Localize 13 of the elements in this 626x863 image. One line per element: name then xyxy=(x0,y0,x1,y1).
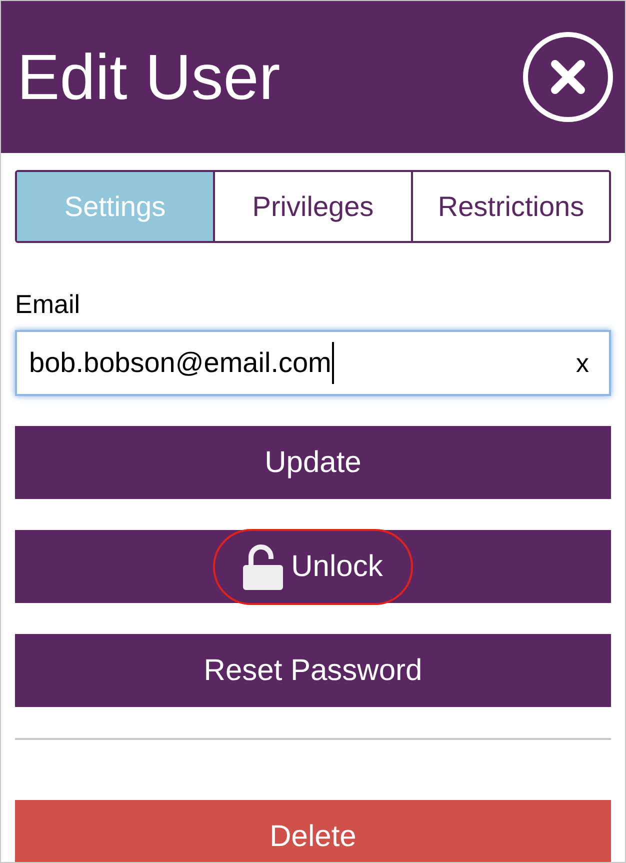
action-button[interactable]: Update xyxy=(15,426,611,499)
action-button[interactable]: Reset Password xyxy=(15,634,611,707)
action-button[interactable]: Unlock xyxy=(15,530,611,603)
clear-button[interactable]: x xyxy=(576,344,597,382)
email-label: Email xyxy=(15,288,82,321)
delete-button[interactable]: Delete xyxy=(15,800,611,862)
window-title: Edit User xyxy=(17,40,280,115)
email-field[interactable]: bob.bobson@email.com x xyxy=(15,330,611,396)
highlight-outline: Unlock xyxy=(213,528,413,604)
tab[interactable]: Restrictions xyxy=(411,172,609,241)
open-padlock-icon xyxy=(243,544,284,590)
close-icon xyxy=(550,59,586,95)
close-button[interactable] xyxy=(523,32,613,122)
